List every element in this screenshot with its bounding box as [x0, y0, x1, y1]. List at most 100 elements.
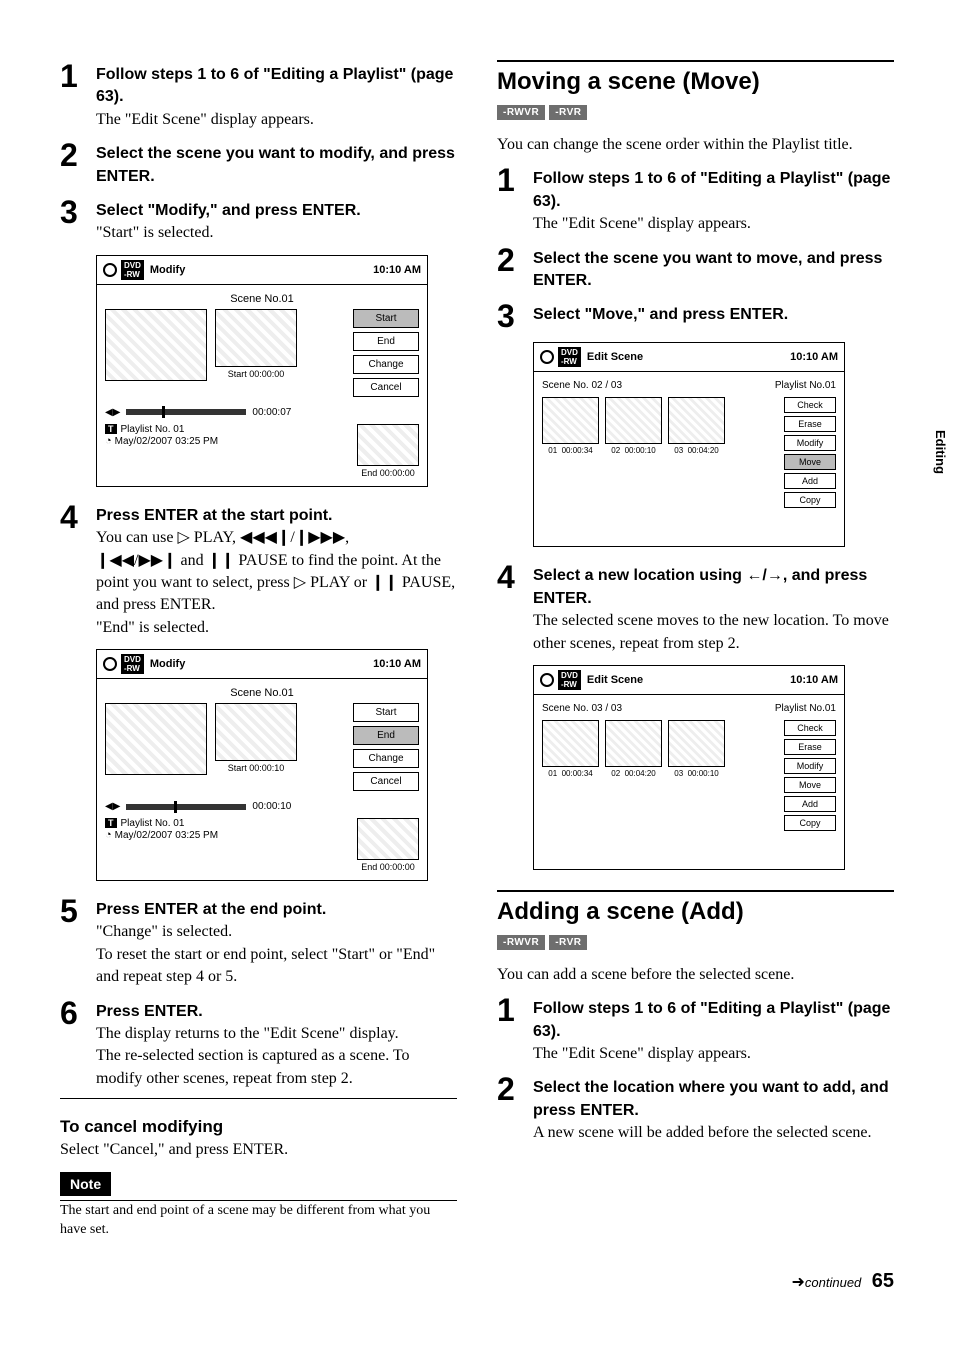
add-step-1-text: The "Edit Scene" display appears.: [533, 1043, 894, 1065]
date-label: May/02/2007 03:25 PM: [105, 435, 357, 447]
scene-number: Scene No.01: [105, 687, 419, 699]
pause-icon: ❙❙: [208, 552, 235, 569]
screen-title: Edit Scene: [587, 674, 643, 686]
disc-icon: DVD-RW: [558, 670, 581, 690]
thumb[interactable]: [605, 397, 662, 444]
badge-rwvr: -RWVR: [497, 935, 545, 950]
speaker-icon: ◀▶: [105, 801, 120, 812]
start-thumb: [215, 703, 297, 761]
add-button[interactable]: Add: [784, 473, 836, 489]
end-thumb: [357, 818, 419, 860]
step-number: 2: [497, 244, 533, 276]
change-button[interactable]: Change: [353, 355, 419, 374]
thumb[interactable]: [542, 720, 599, 767]
badge-rwvr: -RWVR: [497, 105, 545, 120]
add-section-title: Adding a scene (Add): [497, 890, 894, 926]
start-thumb-label: Start 00:00:10: [215, 763, 297, 773]
playlist-label: Playlist No.01: [775, 380, 836, 391]
modify-screen-end: DVD-RW Modify 10:10 AM Scene No.01 Start…: [96, 649, 428, 881]
move-intro: You can change the scene order within th…: [497, 134, 894, 156]
check-button[interactable]: Check: [784, 397, 836, 413]
page-footer: ➜continued 65: [0, 1270, 954, 1313]
end-button[interactable]: End: [353, 726, 419, 745]
move-step-4-text: The selected scene moves to the new loca…: [533, 610, 894, 655]
step-number: 1: [497, 164, 533, 196]
pause-icon: ❙❙: [371, 574, 398, 591]
timeline-bar: [126, 804, 246, 810]
step-number: 3: [497, 300, 533, 332]
add-button[interactable]: Add: [784, 796, 836, 812]
step-6-text: The display returns to the "Edit Scene" …: [96, 1023, 457, 1090]
end-thumb-label: End 00:00:00: [357, 862, 419, 872]
thumb[interactable]: [605, 720, 662, 767]
edit-scene-screen-b: DVD-RW Edit Scene 10:10 AM Scene No. 03 …: [533, 665, 845, 870]
disc-icon: DVD-RW: [558, 347, 581, 367]
screen-title: Modify: [150, 264, 185, 276]
screen-clock: 10:10 AM: [373, 658, 421, 670]
add-step-2-text: A new scene will be added before the sel…: [533, 1122, 894, 1144]
end-thumb: [357, 424, 419, 466]
screen-title: Modify: [150, 658, 185, 670]
add-step-1-head: Follow steps 1 to 6 of "Editing a Playli…: [533, 998, 894, 1043]
preview-thumb: [105, 309, 207, 381]
copy-button[interactable]: Copy: [784, 815, 836, 831]
erase-button[interactable]: Erase: [784, 739, 836, 755]
next-icon: ▶▶❙: [138, 552, 176, 569]
step-number: 5: [60, 895, 96, 927]
step-3-head: Select "Modify," and press ENTER.: [96, 200, 457, 222]
add-intro: You can add a scene before the selected …: [497, 964, 894, 986]
note-label: Note: [60, 1172, 111, 1196]
left-column: 1 Follow steps 1 to 6 of "Editing a Play…: [60, 60, 457, 1240]
step-4-head: Press ENTER at the start point.: [96, 505, 457, 527]
screen-clock: 10:10 AM: [790, 674, 838, 686]
page-number: 65: [872, 1270, 894, 1292]
check-button[interactable]: Check: [784, 720, 836, 736]
record-icon: [540, 673, 554, 687]
record-icon: [103, 263, 117, 277]
edit-scene-screen-a: DVD-RW Edit Scene 10:10 AM Scene No. 02 …: [533, 342, 845, 547]
arrow-right-icon: ➜: [792, 1274, 805, 1291]
badge-rvr: -RVR: [549, 105, 587, 120]
thumb[interactable]: [668, 397, 725, 444]
step-number: 4: [60, 501, 96, 533]
move-step-1-head: Follow steps 1 to 6 of "Editing a Playli…: [533, 168, 894, 213]
modify-button[interactable]: Modify: [784, 435, 836, 451]
step-1-head: Follow steps 1 to 6 of "Editing a Playli…: [96, 64, 457, 109]
title-icon: T: [105, 818, 117, 828]
copy-button[interactable]: Copy: [784, 492, 836, 508]
cancel-button[interactable]: Cancel: [353, 772, 419, 791]
timeline-time: 00:00:10: [252, 801, 291, 812]
step-number: 2: [60, 139, 96, 171]
step-number: 4: [497, 561, 533, 593]
disc-icon: DVD-RW: [121, 654, 144, 674]
step-4-text: You can use ▷ PLAY, ◀◀◀❙/❙▶▶▶, ❙◀◀/▶▶❙ a…: [96, 527, 457, 639]
date-label: May/02/2007 03:25 PM: [105, 829, 357, 841]
title-icon: T: [105, 424, 117, 434]
record-icon: [103, 657, 117, 671]
modify-screen-start: DVD-RW Modify 10:10 AM Scene No.01 Start…: [96, 255, 428, 487]
playlist-label: Playlist No. 01: [121, 424, 185, 435]
move-step-1-text: The "Edit Scene" display appears.: [533, 213, 894, 235]
arrow-left-icon: ←: [746, 567, 762, 584]
start-button[interactable]: Start: [353, 703, 419, 722]
end-button[interactable]: End: [353, 332, 419, 351]
thumb[interactable]: [668, 720, 725, 767]
thumb[interactable]: [542, 397, 599, 444]
preview-thumb: [105, 703, 207, 775]
note-text: The start and end point of a scene may b…: [60, 1201, 457, 1240]
playlist-label: Playlist No. 01: [121, 818, 185, 829]
move-step-2-head: Select the scene you want to move, and p…: [533, 248, 894, 293]
move-button[interactable]: Move: [784, 777, 836, 793]
cancel-text: Select "Cancel," and press ENTER.: [60, 1139, 457, 1161]
cancel-heading: To cancel modifying: [60, 1117, 457, 1137]
play-icon: ▷: [177, 529, 189, 546]
cancel-button[interactable]: Cancel: [353, 378, 419, 397]
change-button[interactable]: Change: [353, 749, 419, 768]
start-button[interactable]: Start: [353, 309, 419, 328]
timeline-time: 00:00:07: [252, 407, 291, 418]
erase-button[interactable]: Erase: [784, 416, 836, 432]
play-icon: ▷: [294, 574, 306, 591]
move-button[interactable]: Move: [784, 454, 836, 470]
modify-button[interactable]: Modify: [784, 758, 836, 774]
screen-clock: 10:10 AM: [790, 351, 838, 363]
